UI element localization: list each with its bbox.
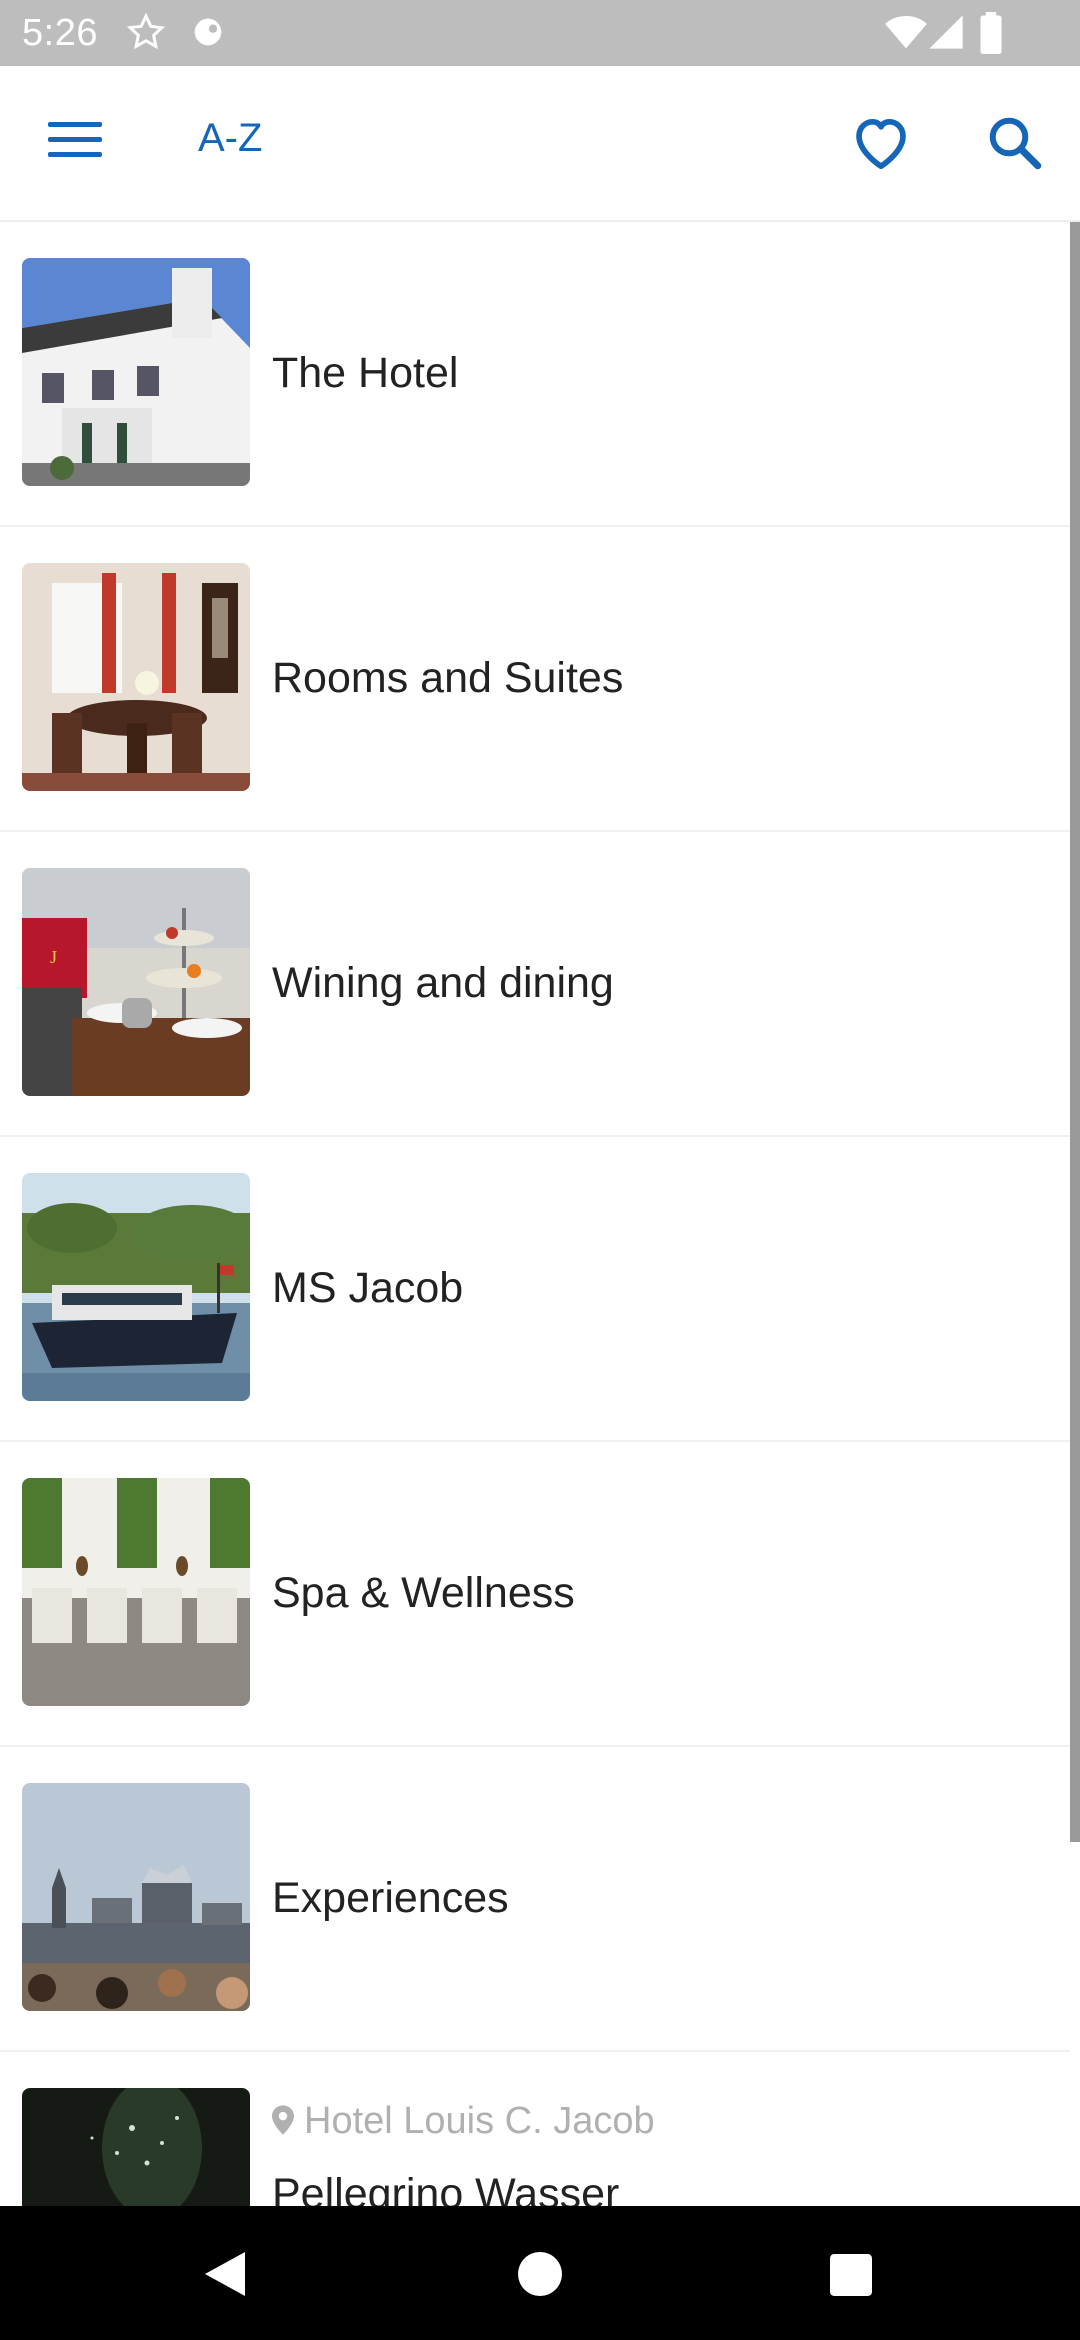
list-item-label: Wining and dining bbox=[272, 959, 614, 1007]
list-item-wining-and-dining[interactable]: J Wining and dining bbox=[0, 832, 1070, 1137]
navigation-bar bbox=[0, 2206, 1080, 2340]
status-bar: 5:26 bbox=[0, 0, 1080, 66]
spa-loungers-photo bbox=[22, 1478, 250, 1706]
hotel-building-photo bbox=[22, 258, 250, 486]
location-label: Hotel Louis C. Jacob bbox=[304, 2100, 655, 2142]
location-pin-icon bbox=[272, 2105, 294, 2135]
app-bar: A-Z bbox=[0, 66, 1080, 222]
back-icon[interactable] bbox=[204, 2252, 246, 2296]
svg-text:J: J bbox=[50, 947, 57, 967]
list-item-label: Spa & Wellness bbox=[272, 1569, 575, 1617]
hamburger-menu-icon[interactable] bbox=[48, 116, 104, 160]
list-item-rooms-and-suites[interactable]: Rooms and Suites bbox=[0, 527, 1070, 832]
heart-icon[interactable] bbox=[850, 112, 912, 174]
water-splash-photo bbox=[22, 2088, 250, 2206]
river-boat-photo bbox=[22, 1173, 250, 1401]
harbor-skyline-photo bbox=[22, 1783, 250, 2011]
home-icon[interactable] bbox=[518, 2252, 562, 2296]
suite-interior-photo bbox=[22, 563, 250, 791]
notification-icon bbox=[194, 18, 222, 46]
list-item-the-hotel[interactable]: The Hotel bbox=[0, 222, 1070, 527]
wifi-icon bbox=[885, 16, 927, 49]
list-item-label: Rooms and Suites bbox=[272, 654, 624, 702]
list-item-location: Hotel Louis C. Jacob bbox=[272, 2100, 655, 2143]
list-item-label: The Hotel bbox=[272, 349, 459, 397]
signal-icon bbox=[929, 15, 963, 49]
list-item-experiences[interactable]: Experiences bbox=[0, 1747, 1070, 2052]
afternoon-tea-photo: J bbox=[22, 868, 250, 1096]
page-title: A-Z bbox=[198, 116, 263, 160]
recents-icon[interactable] bbox=[830, 2254, 872, 2296]
scrollbar[interactable] bbox=[1070, 222, 1080, 1842]
list-item-ms-jacob[interactable]: MS Jacob bbox=[0, 1137, 1070, 1442]
list-item-label: Pellegrino Wasser bbox=[272, 2170, 620, 2206]
list-item-label: Experiences bbox=[272, 1874, 509, 1922]
status-time: 5:26 bbox=[22, 12, 98, 54]
star-icon bbox=[126, 12, 166, 50]
content-list: The Hotel Rooms and Suites J Wining and … bbox=[0, 222, 1070, 2206]
battery-icon bbox=[980, 12, 1002, 54]
list-item-label: MS Jacob bbox=[272, 1264, 464, 1312]
list-item-spa-and-wellness[interactable]: Spa & Wellness bbox=[0, 1442, 1070, 1747]
list-item-pellegrino-wasser[interactable]: Hotel Louis C. Jacob Pellegrino Wasser bbox=[0, 2052, 1070, 2206]
search-icon[interactable] bbox=[984, 112, 1044, 172]
